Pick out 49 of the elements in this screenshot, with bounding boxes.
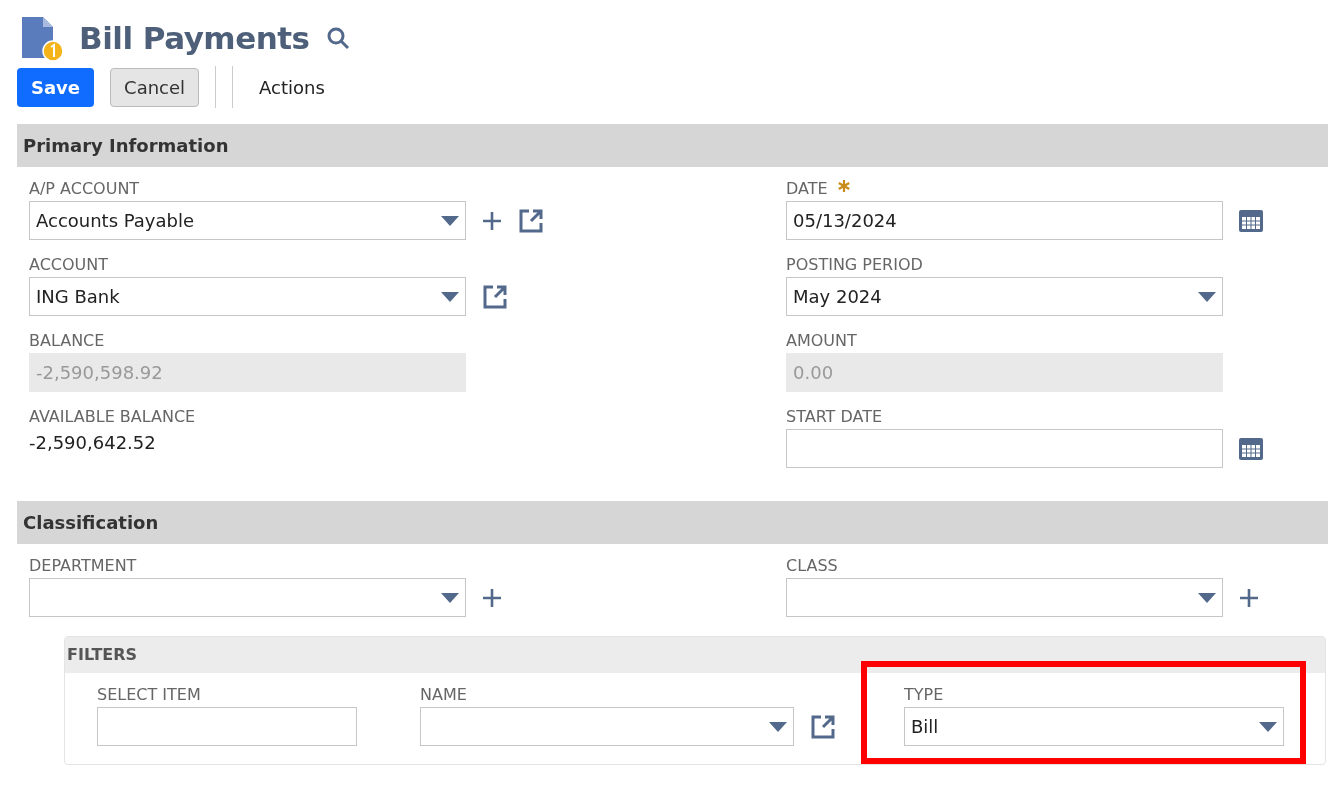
open-external-icon[interactable] bbox=[482, 283, 508, 310]
filters-header: FILTERS bbox=[65, 637, 1325, 673]
field-label: ACCOUNT bbox=[29, 255, 109, 275]
field-label: CLASS bbox=[786, 556, 838, 576]
add-icon[interactable] bbox=[482, 587, 502, 608]
field-label: TYPE bbox=[904, 685, 944, 705]
section-header: Primary Information bbox=[17, 124, 1328, 167]
readonly-field: -2,590,598.92 bbox=[29, 353, 466, 392]
date-field[interactable] bbox=[786, 429, 1223, 468]
field-label: DEPARTMENT bbox=[29, 556, 137, 576]
dropdown-field[interactable]: Bill bbox=[904, 707, 1284, 746]
dropdown-caret-icon[interactable] bbox=[769, 721, 787, 732]
field-label: SELECT ITEM bbox=[97, 685, 201, 705]
field-label: BALANCE bbox=[29, 331, 105, 351]
dropdown-field[interactable]: Accounts Payable bbox=[29, 201, 466, 240]
field-label: AVAILABLE BALANCE bbox=[29, 407, 196, 427]
readonly-field: 0.00 bbox=[786, 353, 1223, 392]
save-button[interactable]: Save bbox=[17, 67, 95, 107]
dropdown-caret-icon[interactable] bbox=[441, 291, 459, 302]
dropdown-field[interactable]: ING Bank bbox=[29, 277, 466, 316]
calendar-icon[interactable] bbox=[1239, 437, 1263, 460]
field-label: POSTING PERIOD bbox=[786, 255, 923, 275]
dropdown-caret-icon[interactable] bbox=[441, 592, 459, 603]
date-field[interactable]: 05/13/2024 bbox=[786, 201, 1223, 240]
add-icon[interactable] bbox=[482, 210, 502, 231]
section-header: Classification bbox=[17, 501, 1328, 544]
dropdown-caret-icon[interactable] bbox=[1198, 291, 1216, 302]
dropdown-field[interactable]: May 2024 bbox=[786, 277, 1223, 316]
calendar-icon[interactable] bbox=[1239, 209, 1263, 232]
dropdown-field[interactable] bbox=[786, 578, 1223, 617]
dropdown-caret-icon[interactable] bbox=[441, 215, 459, 226]
field-label: DATE bbox=[786, 179, 828, 199]
field-label: NAME bbox=[420, 685, 467, 705]
field-label: AMOUNT bbox=[786, 331, 857, 351]
dropdown-field[interactable] bbox=[420, 707, 794, 746]
field-label: A/P ACCOUNT bbox=[29, 179, 140, 199]
open-external-icon[interactable] bbox=[810, 713, 836, 740]
actions-menu[interactable]: Actions bbox=[249, 73, 335, 101]
dropdown-field[interactable] bbox=[29, 578, 466, 617]
field-label: START DATE bbox=[786, 407, 883, 427]
search-icon[interactable] bbox=[325, 26, 350, 50]
open-external-icon[interactable] bbox=[518, 207, 544, 234]
cancel-button[interactable]: Cancel bbox=[110, 67, 200, 107]
text-field[interactable] bbox=[97, 707, 357, 746]
page-title: Bill Payments bbox=[79, 18, 310, 58]
field-value: -2,590,642.52 bbox=[29, 431, 157, 455]
add-icon[interactable] bbox=[1239, 587, 1259, 608]
dropdown-caret-icon[interactable] bbox=[1198, 592, 1216, 603]
dropdown-caret-icon[interactable] bbox=[1259, 721, 1277, 732]
